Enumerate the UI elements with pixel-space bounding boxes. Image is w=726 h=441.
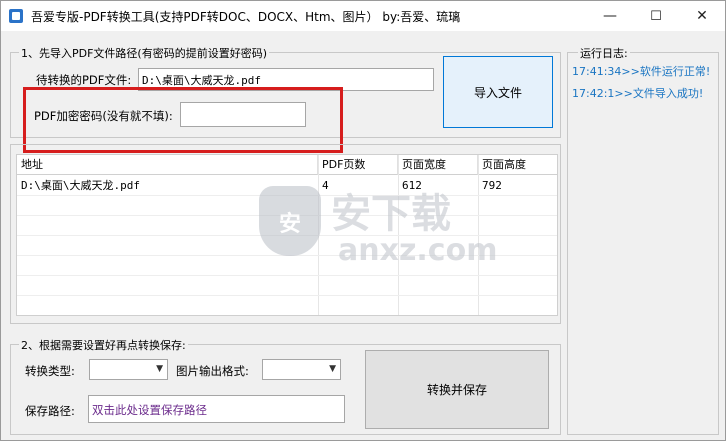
file-label: 待转换的PDF文件: <box>36 73 132 87</box>
convert-type-label: 转换类型: <box>25 364 75 378</box>
app-icon <box>9 9 23 23</box>
import-group-legend: 1、先导入PDF文件路径(有密码的提前设置好密码) <box>19 45 270 61</box>
window-title: 吾爱专版-PDF转换工具(支持PDF转DOC、DOCX、Htm、图片） by:吾… <box>31 10 461 24</box>
minimize-button[interactable]: — <box>587 1 633 31</box>
log-line: 17:42:1>>文件导入成功! <box>572 87 704 100</box>
save-path-label: 保存路径: <box>25 404 75 418</box>
column-header-width[interactable]: 页面宽度 <box>398 155 478 175</box>
maximize-button[interactable]: ☐ <box>633 1 679 31</box>
column-header-height[interactable]: 页面高度 <box>478 155 557 175</box>
image-format-label: 图片输出格式: <box>176 364 249 378</box>
close-button[interactable]: ✕ <box>679 1 725 31</box>
chevron-down-icon: ▼ <box>329 364 336 374</box>
image-format-select[interactable]: ▼ <box>262 359 341 380</box>
import-file-button[interactable]: 导入文件 <box>443 56 553 128</box>
watermark-text: 安下载 <box>331 191 451 237</box>
convert-group-legend: 2、根据需要设置好再点转换保存: <box>19 337 188 353</box>
cell-height: 792 <box>482 179 502 192</box>
watermark-shield-logo: 安 <box>259 186 321 256</box>
row-divider <box>17 295 557 296</box>
log-legend: 运行日志: <box>578 45 630 61</box>
column-header-pages[interactable]: PDF页数 <box>318 155 398 175</box>
convert-save-button[interactable]: 转换并保存 <box>365 350 549 429</box>
row-divider <box>17 275 557 276</box>
column-header-path[interactable]: 地址 <box>17 155 318 175</box>
log-group <box>567 52 719 435</box>
convert-type-select[interactable]: ▼ <box>89 359 168 380</box>
title-bar[interactable]: 吾爱专版-PDF转换工具(支持PDF转DOC、DOCX、Htm、图片） by:吾… <box>1 1 725 31</box>
save-path-input[interactable]: 双击此处设置保存路径 <box>88 395 345 423</box>
app-window: 吾爱专版-PDF转换工具(支持PDF转DOC、DOCX、Htm、图片） by:吾… <box>0 0 726 441</box>
chevron-down-icon: ▼ <box>156 364 163 374</box>
log-line: 17:41:34>>软件运行正常! <box>572 65 711 78</box>
watermark-subtext: anxz.com <box>338 233 498 268</box>
